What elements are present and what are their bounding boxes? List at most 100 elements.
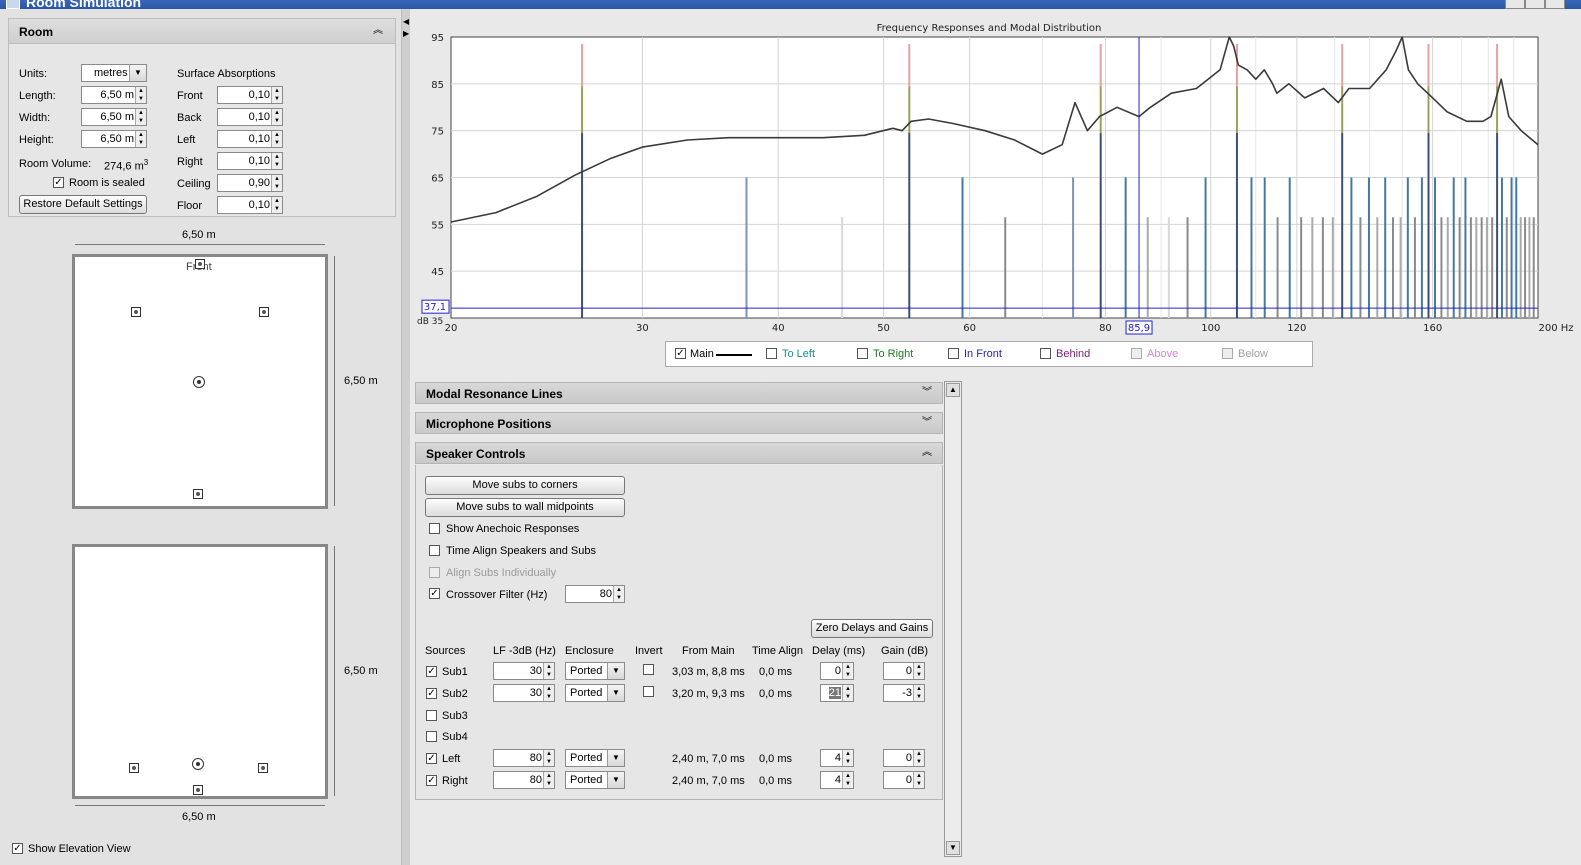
right-speaker-icon[interactable] — [259, 307, 269, 317]
legend-to-left-checkbox[interactable] — [766, 348, 777, 359]
show-anechoic-checkbox[interactable] — [429, 523, 440, 534]
left-speaker-elevation-icon[interactable] — [129, 763, 139, 773]
spinner-arrows-icon[interactable]: ▲ ▼ — [913, 750, 924, 766]
delay-spinner[interactable]: 4 ▲ ▼ — [820, 771, 854, 789]
invert-checkbox[interactable] — [643, 664, 654, 675]
right-speaker-elevation-icon[interactable] — [258, 763, 268, 773]
sub-elevation-icon[interactable] — [193, 785, 203, 795]
spinner-arrows-icon[interactable]: ▲ ▼ — [271, 197, 282, 213]
legend-to-right-checkbox[interactable] — [857, 348, 868, 359]
spinner-arrows-icon[interactable]: ▲ ▼ — [842, 750, 853, 766]
gain-spinner[interactable]: 0 ▲ ▼ — [883, 771, 925, 789]
source-checkbox[interactable]: ✓ — [426, 688, 437, 699]
scroll-down-icon[interactable]: ▼ — [946, 841, 960, 855]
delay-spinner[interactable]: 21 ▲ ▼ — [820, 684, 854, 702]
maximize-button[interactable] — [1525, 0, 1545, 9]
legend-main-checkbox[interactable]: ✓ — [675, 348, 686, 359]
zero-delays-gains-button[interactable]: Zero Delays and Gains — [811, 619, 933, 638]
width-spinner[interactable]: 6,50 m ▲ ▼ — [81, 108, 147, 126]
height-spinner[interactable]: 6,50 m ▲ ▼ — [81, 130, 147, 148]
close-button[interactable] — [1545, 0, 1565, 9]
enclosure-select[interactable]: Ported ▼ — [565, 771, 625, 789]
invert-checkbox[interactable] — [643, 686, 654, 697]
spinner-arrows-icon[interactable]: ▲ ▼ — [613, 586, 624, 602]
microphone-positions-section[interactable]: Microphone Positions ︾ — [415, 412, 943, 434]
spinner-arrows-icon[interactable]: ▲ ▼ — [913, 685, 924, 701]
scroll-up-icon[interactable]: ▲ — [946, 383, 960, 397]
legend-behind-checkbox[interactable] — [1040, 348, 1051, 359]
speaker-panel-scrollbar[interactable]: ▲ ▼ — [944, 381, 962, 857]
legend-above-checkbox[interactable] — [1131, 348, 1142, 359]
spinner-arrows-icon[interactable]: ▲ ▼ — [543, 750, 554, 766]
center-speaker-icon[interactable] — [195, 259, 205, 269]
spinner-arrows-icon[interactable]: ▲ ▼ — [913, 663, 924, 679]
expand-down-icon[interactable]: ︾ — [922, 388, 932, 398]
collapse-up-icon[interactable]: ︽ — [922, 448, 932, 458]
lf-3db-spinner[interactable]: 80 ▲ ▼ — [493, 749, 555, 767]
delay-spinner[interactable]: 0 ▲ ▼ — [820, 662, 854, 680]
spinner-arrows-icon[interactable]: ▲ ▼ — [271, 109, 282, 125]
legend-below-checkbox[interactable] — [1222, 348, 1233, 359]
gain-spinner[interactable]: -3 ▲ ▼ — [883, 684, 925, 702]
room-elevation-view[interactable] — [72, 544, 328, 799]
absorption-back-spinner[interactable]: 0,10 ▲ ▼ — [217, 108, 283, 126]
crossover-checkbox[interactable]: ✓ — [429, 588, 440, 599]
lf-3db-spinner[interactable]: 30 ▲ ▼ — [493, 684, 555, 702]
spinner-arrows-icon[interactable]: ▲ ▼ — [135, 109, 146, 125]
source-checkbox[interactable] — [426, 710, 437, 721]
spinner-arrows-icon[interactable]: ▲ ▼ — [271, 175, 282, 191]
absorption-floor-spinner[interactable]: 0,10 ▲ ▼ — [217, 196, 283, 214]
source-checkbox[interactable] — [426, 731, 437, 742]
sub-speaker-icon[interactable] — [193, 489, 203, 499]
length-spinner[interactable]: 6,50 m ▲ ▼ — [81, 86, 147, 104]
spinner-arrows-icon[interactable]: ▲ ▼ — [543, 772, 554, 788]
spinner-arrows-icon[interactable]: ▲ ▼ — [913, 772, 924, 788]
spinner-arrows-icon[interactable]: ▲ ▼ — [271, 153, 282, 169]
speaker-controls-section[interactable]: Speaker Controls ︽ — [415, 442, 943, 464]
move-subs-midpoints-button[interactable]: Move subs to wall midpoints — [425, 498, 625, 517]
gain-spinner[interactable]: 0 ▲ ▼ — [883, 662, 925, 680]
gain-spinner[interactable]: 0 ▲ ▼ — [883, 749, 925, 767]
microphone-elevation-icon[interactable] — [192, 758, 204, 770]
frequency-response-chart[interactable]: Frequency Responses and Modal Distributi… — [412, 14, 1580, 374]
lf-3db-spinner[interactable]: 30 ▲ ▼ — [493, 662, 555, 680]
enclosure-select[interactable]: Ported ▼ — [565, 749, 625, 767]
crossover-spinner[interactable]: 80 ▲ ▼ — [565, 585, 625, 603]
splitter-left-arrow-icon[interactable]: ◀ — [403, 17, 409, 26]
move-subs-corners-button[interactable]: Move subs to corners — [425, 476, 625, 495]
modal-resonance-section[interactable]: Modal Resonance Lines ︾ — [415, 382, 943, 404]
spinner-arrows-icon[interactable]: ▲ ▼ — [271, 131, 282, 147]
absorption-left-spinner[interactable]: 0,10 ▲ ▼ — [217, 130, 283, 148]
absorption-ceiling-spinner[interactable]: 0,90 ▲ ▼ — [217, 174, 283, 192]
delay-spinner[interactable]: 4 ▲ ▼ — [820, 749, 854, 767]
enclosure-select[interactable]: Ported ▼ — [565, 662, 625, 680]
collapse-up-icon[interactable]: ︽ — [373, 26, 383, 36]
microphone-icon[interactable] — [193, 376, 205, 388]
source-checkbox[interactable]: ✓ — [426, 753, 437, 764]
chart-svg[interactable]: Frequency Responses and Modal Distributi… — [412, 14, 1580, 339]
room-plan-view[interactable]: Front — [72, 254, 328, 509]
enclosure-select[interactable]: Ported ▼ — [565, 684, 625, 702]
source-checkbox[interactable]: ✓ — [426, 775, 437, 786]
splitter-right-arrow-icon[interactable]: ▶ — [403, 29, 409, 38]
spinner-arrows-icon[interactable]: ▲ ▼ — [842, 772, 853, 788]
minimize-button[interactable] — [1505, 0, 1525, 9]
spinner-arrows-icon[interactable]: ▲ ▼ — [543, 663, 554, 679]
room-section-header[interactable]: Room ︽ — [9, 19, 395, 44]
spinner-arrows-icon[interactable]: ▲ ▼ — [842, 663, 853, 679]
time-align-checkbox[interactable] — [429, 545, 440, 556]
spinner-arrows-icon[interactable]: ▲ ▼ — [543, 685, 554, 701]
source-checkbox[interactable]: ✓ — [426, 666, 437, 677]
left-speaker-icon[interactable] — [131, 307, 141, 317]
show-elevation-checkbox[interactable]: ✓ — [12, 843, 23, 854]
lf-3db-spinner[interactable]: 80 ▲ ▼ — [493, 771, 555, 789]
legend-in-front-checkbox[interactable] — [948, 348, 959, 359]
expand-down-icon[interactable]: ︾ — [922, 418, 932, 428]
spinner-arrows-icon[interactable]: ▲ ▼ — [135, 87, 146, 103]
align-subs-checkbox[interactable] — [429, 567, 440, 578]
spinner-arrows-icon[interactable]: ▲ ▼ — [271, 87, 282, 103]
absorption-front-spinner[interactable]: 0,10 ▲ ▼ — [217, 86, 283, 104]
spinner-arrows-icon[interactable]: ▲ ▼ — [135, 131, 146, 147]
absorption-right-spinner[interactable]: 0,10 ▲ ▼ — [217, 152, 283, 170]
restore-defaults-button[interactable]: Restore Default Settings — [19, 195, 147, 214]
